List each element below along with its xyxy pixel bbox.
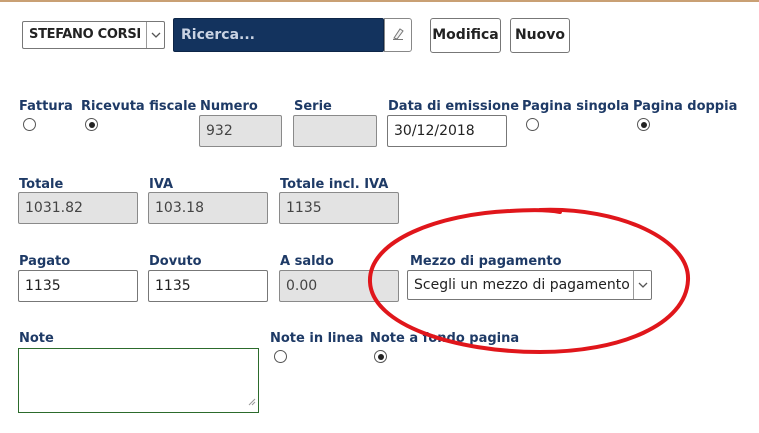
iva-label: IVA (149, 177, 174, 192)
numero-label: Numero (200, 99, 258, 114)
totale-iva-label: Totale incl. IVA (280, 177, 389, 192)
note-fondo-pagina-label: Note a fondo pagina (370, 331, 520, 346)
pagina-singola-label: Pagina singola (522, 99, 630, 114)
ricevuta-radio[interactable] (85, 118, 98, 131)
eraser-icon (391, 26, 405, 45)
totale-field[interactable]: 1031.82 (18, 192, 138, 224)
dovuto-label: Dovuto (149, 254, 202, 269)
data-emissione-field[interactable]: 30/12/2018 (387, 115, 507, 147)
chevron-down-icon (146, 22, 164, 48)
mezzo-pagamento-select[interactable]: Scegli un mezzo di pagamento (407, 270, 652, 300)
serie-label: Serie (294, 99, 332, 114)
resize-grip-icon[interactable] (247, 394, 256, 410)
user-select[interactable]: STEFANO CORSI (22, 21, 165, 49)
fattura-label: Fattura (19, 99, 73, 114)
user-select-value: STEFANO CORSI (29, 27, 141, 42)
note-label: Note (19, 331, 54, 346)
search-placeholder: Ricerca... (181, 27, 255, 43)
serie-field[interactable] (293, 115, 377, 147)
totale-iva-field[interactable]: 1135 (279, 192, 399, 224)
top-border (0, 0, 759, 2)
fattura-radio[interactable] (23, 118, 36, 131)
iva-field[interactable]: 103.18 (148, 192, 268, 224)
note-in-linea-label: Note in linea (270, 331, 364, 346)
note-fondo-pagina-radio[interactable] (374, 350, 387, 363)
clear-search-button[interactable] (384, 18, 412, 52)
edit-button[interactable]: Modifica (430, 18, 501, 53)
numero-field[interactable]: 932 (199, 115, 282, 147)
new-button[interactable]: Nuovo (510, 18, 570, 53)
dovuto-field[interactable]: 1135 (148, 270, 268, 302)
chevron-down-icon (633, 271, 651, 299)
a-saldo-label: A saldo (280, 254, 334, 269)
note-in-linea-radio[interactable] (274, 350, 287, 363)
mezzo-pagamento-label: Mezzo di pagamento (410, 254, 562, 269)
note-textarea[interactable] (18, 348, 259, 413)
pagina-singola-radio[interactable] (526, 118, 539, 131)
ricevuta-label: Ricevuta fiscale (81, 99, 197, 114)
search-input[interactable]: Ricerca... (173, 18, 384, 52)
pagina-doppia-radio[interactable] (637, 118, 650, 131)
data-emissione-label: Data di emissione (388, 99, 520, 114)
mezzo-pagamento-value: Scegli un mezzo di pagamento (414, 277, 630, 293)
a-saldo-field[interactable]: 0.00 (279, 270, 399, 302)
totale-label: Totale (19, 177, 64, 192)
pagato-label: Pagato (19, 254, 71, 269)
pagina-doppia-label: Pagina doppia (633, 99, 738, 114)
pagato-field[interactable]: 1135 (18, 270, 138, 302)
